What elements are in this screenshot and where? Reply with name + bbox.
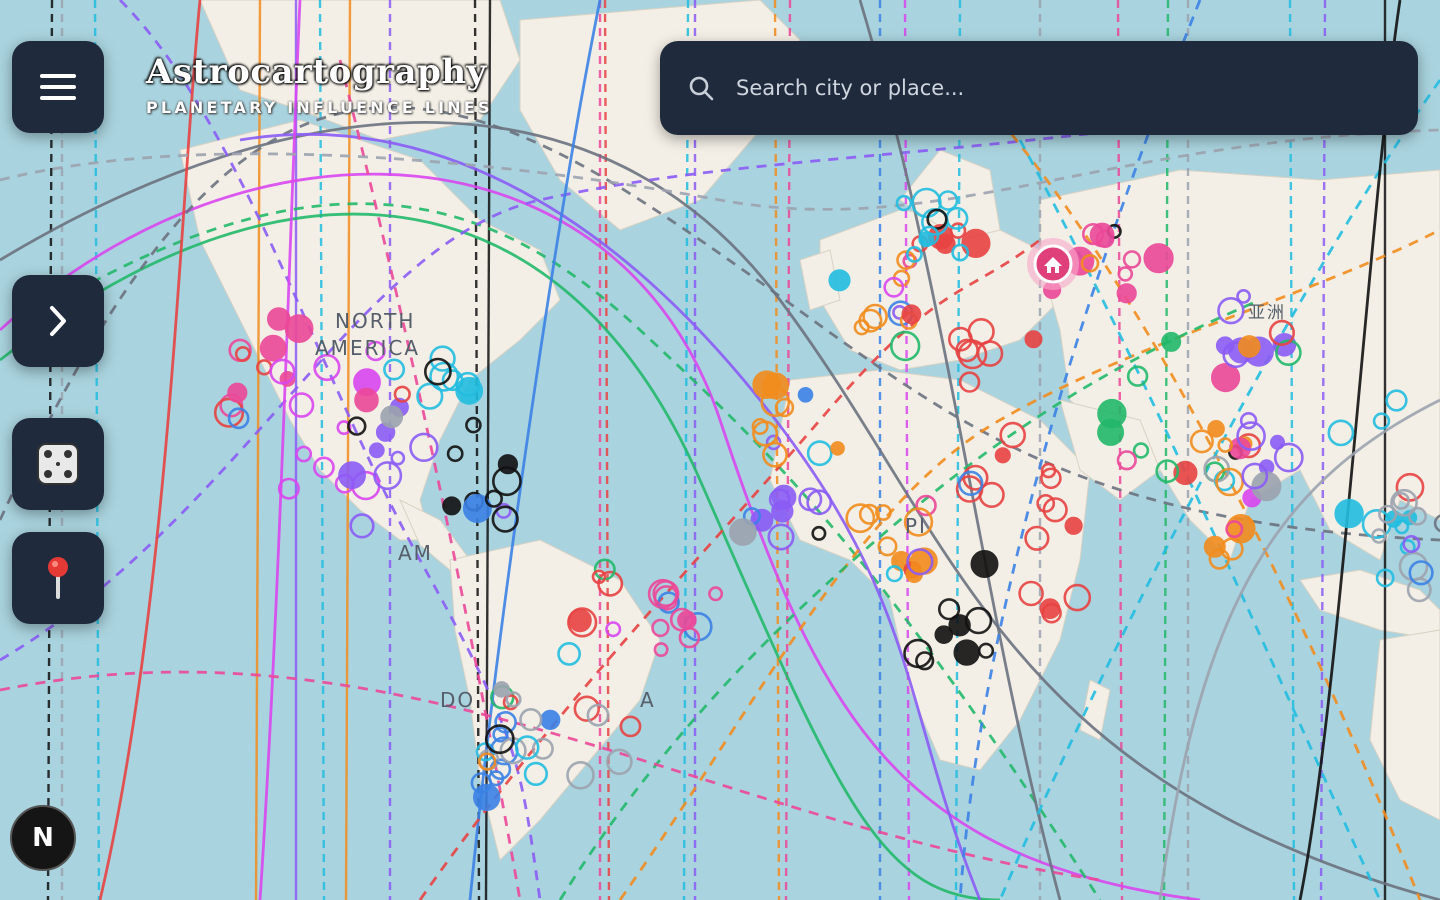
city-marker[interactable] [354,387,379,413]
search-input[interactable] [734,57,1418,119]
expand-panel-button[interactable] [12,275,104,367]
city-marker[interactable] [1210,363,1241,393]
app-header: Astrocartography PLANETARY INFLUENCE LIN… [146,52,493,117]
city-marker[interactable] [1143,243,1174,274]
chevron-right-icon [50,306,66,336]
drop-pin-button[interactable] [12,532,104,624]
app-title: Astrocartography [146,52,487,92]
city-marker[interactable] [473,783,501,811]
home-marker[interactable] [1027,238,1079,290]
city-marker[interactable] [1203,535,1226,558]
city-marker[interactable] [1238,335,1261,358]
map-pin-icon [48,557,68,599]
city-marker[interactable] [284,314,314,344]
city-marker[interactable] [338,461,367,490]
map-label-north: NORTH [335,309,415,333]
city-marker[interactable] [953,639,980,666]
city-marker[interactable] [1207,419,1225,438]
city-marker[interactable] [1039,598,1061,620]
city-marker[interactable] [729,518,757,546]
dice-icon [37,443,79,485]
map-label-asia: 亚洲 [1248,303,1286,323]
city-marker[interactable] [1334,498,1364,529]
city-marker[interactable] [771,484,797,510]
world-map[interactable]: NORTH AMERICA AM DO A PI 亚洲 [0,0,1440,900]
city-marker[interactable] [493,681,510,698]
app-subtitle: PLANETARY INFLUENCE LINES [146,98,493,117]
city-marker[interactable] [994,447,1011,464]
city-marker[interactable] [970,549,999,578]
city-marker[interactable] [368,442,385,459]
city-marker[interactable] [259,334,287,362]
map-label-america: AMERICA [315,336,420,360]
menu-button[interactable] [12,41,104,133]
city-marker[interactable] [901,304,922,325]
city-marker[interactable] [540,709,561,731]
city-marker[interactable] [497,454,519,475]
city-marker[interactable] [1064,516,1083,535]
city-marker[interactable] [1089,222,1115,248]
search-bar[interactable] [660,41,1418,135]
map-label-pi: PI [905,514,927,538]
hamburger-menu-icon [40,74,76,100]
map-label-do: DO [440,688,475,712]
city-marker[interactable] [761,372,789,400]
city-marker[interactable] [828,269,851,292]
city-marker[interactable] [797,386,814,403]
city-marker[interactable] [227,382,248,403]
map-label-am: AM [398,541,433,565]
city-marker[interactable] [1116,283,1137,304]
city-marker[interactable] [948,614,971,637]
city-marker[interactable] [380,405,404,429]
map-label-a: A [640,688,656,712]
city-marker[interactable] [1097,418,1125,446]
city-marker[interactable] [442,496,462,516]
search-icon [689,76,714,101]
city-marker[interactable] [1161,331,1182,352]
n-badge[interactable]: N [10,805,76,871]
city-marker[interactable] [1024,330,1043,349]
city-marker[interactable] [830,441,845,456]
randomize-button[interactable] [12,418,104,510]
